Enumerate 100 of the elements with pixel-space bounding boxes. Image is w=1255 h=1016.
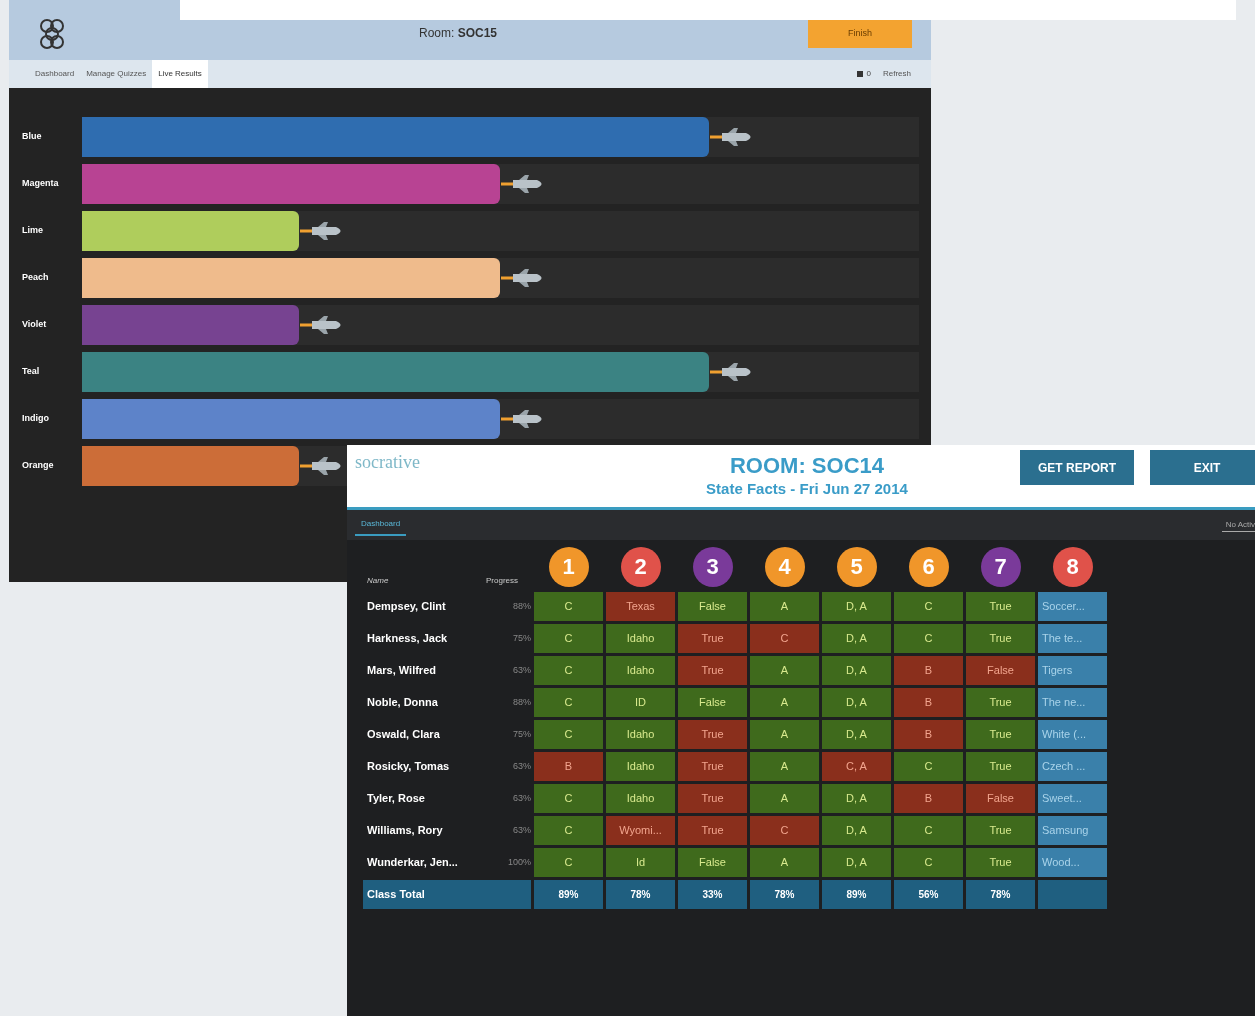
student-name: Oswald, Clara bbox=[366, 727, 441, 743]
answer-cell: Wood... bbox=[1038, 848, 1107, 877]
answer-cell: C bbox=[894, 592, 963, 621]
answer-cell: C bbox=[894, 848, 963, 877]
answer-cell: C bbox=[534, 624, 603, 653]
answer-cell: Sweet... bbox=[1038, 784, 1107, 813]
answer-cell: False bbox=[966, 784, 1035, 813]
answer-cell: True bbox=[678, 624, 747, 653]
answer-cell: C bbox=[534, 816, 603, 845]
student-name: Harkness, Jack bbox=[366, 631, 449, 647]
student-name: Noble, Donna bbox=[366, 695, 439, 711]
answer-cell: Idaho bbox=[606, 784, 675, 813]
student-name: Williams, Rory bbox=[366, 823, 444, 839]
answer-cell: ID bbox=[606, 688, 675, 717]
answer-cell: C bbox=[894, 624, 963, 653]
answer-cell: D, A bbox=[822, 720, 891, 749]
answer-cell: White (... bbox=[1038, 720, 1107, 749]
answer-cell: Idaho bbox=[606, 624, 675, 653]
progress-percent: 63% bbox=[512, 823, 531, 837]
team-label: Magenta bbox=[22, 177, 60, 191]
answer-cell: True bbox=[678, 784, 747, 813]
answer-cell: Wyomi... bbox=[606, 816, 675, 845]
student-name: Rosicky, Tomas bbox=[366, 759, 451, 775]
answer-cell: C bbox=[534, 656, 603, 685]
finish-button[interactable]: Finish bbox=[808, 20, 912, 48]
square-icon bbox=[856, 71, 863, 77]
team-label: Orange bbox=[22, 459, 55, 473]
answer-cell: Texas bbox=[606, 592, 675, 621]
answer-cell: B bbox=[894, 720, 963, 749]
answer-cell: C bbox=[750, 624, 819, 653]
answer-cell: D, A bbox=[822, 816, 891, 845]
count-label: 0 bbox=[866, 68, 871, 80]
answer-cell: True bbox=[678, 816, 747, 845]
progress-percent: 88% bbox=[512, 599, 531, 613]
answer-cell: D, A bbox=[822, 688, 891, 717]
question-number-badge: 8 bbox=[1052, 546, 1093, 587]
question-number-badge: 6 bbox=[908, 546, 949, 587]
exit-button[interactable]: EXIT bbox=[1150, 450, 1255, 485]
team-label: Teal bbox=[22, 365, 41, 379]
answer-cell: True bbox=[678, 752, 747, 781]
answer-cell: Soccer... bbox=[1038, 592, 1107, 621]
progress-percent: 88% bbox=[512, 695, 531, 709]
team-label: Peach bbox=[22, 271, 50, 285]
nav-tab[interactable]: Dashboard bbox=[29, 60, 81, 88]
answer-cell: True bbox=[678, 720, 747, 749]
student-name: Dempsey, Clint bbox=[366, 599, 447, 615]
answer-cell: Idaho bbox=[606, 720, 675, 749]
room-title: Room: SOC15 bbox=[419, 25, 498, 42]
answer-cell: C bbox=[894, 816, 963, 845]
answer-cell: Id bbox=[606, 848, 675, 877]
answer-cell: The ne... bbox=[1038, 688, 1107, 717]
answer-cell: C bbox=[894, 752, 963, 781]
progress-percent: 100% bbox=[506, 855, 531, 869]
answer-cell: C bbox=[534, 592, 603, 621]
progress-percent: 75% bbox=[512, 631, 531, 645]
team-label: Blue bbox=[22, 130, 43, 144]
answer-cell: B bbox=[894, 656, 963, 685]
student-name: Wunderkar, Jen... bbox=[366, 855, 459, 871]
nav-tab[interactable]: Live Results bbox=[152, 60, 208, 88]
question-number-badge: 7 bbox=[980, 546, 1021, 587]
class-total-label: Class Total bbox=[363, 880, 531, 909]
get-report-button[interactable]: GET REPORT bbox=[1020, 450, 1134, 485]
question-number-badge: 3 bbox=[692, 546, 733, 587]
answer-cell: C bbox=[534, 720, 603, 749]
answer-cell: D, A bbox=[822, 848, 891, 877]
answer-cell: A bbox=[750, 688, 819, 717]
answer-cell: A bbox=[750, 656, 819, 685]
answer-cell: Idaho bbox=[606, 752, 675, 781]
answer-cell: D, A bbox=[822, 784, 891, 813]
answer-cell: True bbox=[966, 592, 1035, 621]
answer-cell: A bbox=[750, 784, 819, 813]
answer-cell: True bbox=[966, 848, 1035, 877]
answer-cell: True bbox=[966, 816, 1035, 845]
question-number-badge: 1 bbox=[548, 546, 589, 587]
refresh-button[interactable]: Refresh bbox=[883, 68, 911, 80]
answer-cell: Czech ... bbox=[1038, 752, 1107, 781]
quiz-subtitle: State Facts - Fri Jun 27 2014 bbox=[706, 479, 908, 499]
answer-cell: C bbox=[534, 688, 603, 717]
answer-cell: A bbox=[750, 592, 819, 621]
answer-cell: D, A bbox=[822, 624, 891, 653]
answer-cell: Samsung bbox=[1038, 816, 1107, 845]
question-number-badge: 5 bbox=[836, 546, 877, 587]
answer-cell: False bbox=[966, 656, 1035, 685]
nav-tab[interactable]: Manage Quizzes bbox=[80, 60, 153, 88]
socrative-logo: socrative bbox=[355, 451, 420, 474]
progress-percent: 63% bbox=[512, 791, 531, 805]
dashboard-tab[interactable]: Dashboard bbox=[355, 514, 407, 536]
answer-cell: The te... bbox=[1038, 624, 1107, 653]
hexagon-logo-icon bbox=[37, 17, 67, 51]
answer-cell: C, A bbox=[822, 752, 891, 781]
room-title: ROOM: SOC14 bbox=[730, 453, 884, 479]
total-cell: 33% bbox=[678, 880, 747, 909]
answer-cell: True bbox=[966, 624, 1035, 653]
answer-cell: False bbox=[678, 688, 747, 717]
total-cell: 89% bbox=[822, 880, 891, 909]
total-cell: 89% bbox=[534, 880, 603, 909]
status-label: No Activ bbox=[1221, 518, 1255, 532]
answer-cell: True bbox=[966, 720, 1035, 749]
answer-cell: True bbox=[966, 752, 1035, 781]
total-cell: 78% bbox=[966, 880, 1035, 909]
